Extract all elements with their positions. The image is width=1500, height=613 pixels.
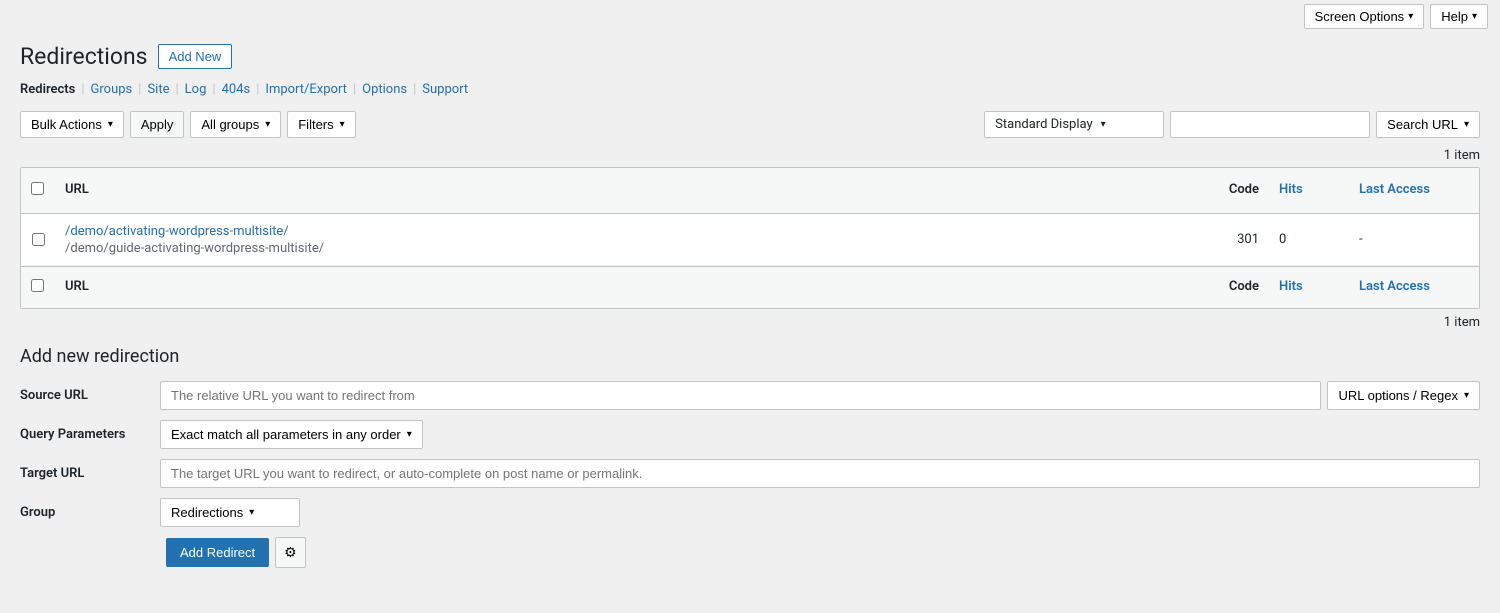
table-row: /demo/activating-wordpress-multisite/ /d… (21, 214, 1479, 266)
table-footer: URL Code Hits Last Access (21, 266, 1479, 308)
all-groups-button[interactable]: All groups ▾ (190, 111, 281, 138)
apply-button[interactable]: Apply (130, 111, 185, 138)
all-groups-label: All groups (201, 117, 259, 132)
table-header: URL Code Hits Last Access (21, 168, 1479, 214)
target-url-row: Target URL (20, 459, 1480, 488)
header-hits[interactable]: Hits (1269, 176, 1349, 205)
standard-display-select[interactable]: Standard Display ▾ (984, 111, 1164, 138)
redirects-table: URL Code Hits Last Access /demo/activati… (20, 167, 1480, 309)
search-url-button[interactable]: Search URL ▾ (1376, 111, 1480, 138)
query-params-select[interactable]: Exact match all parameters in any order … (160, 420, 423, 449)
footer-url: URL (55, 273, 1189, 302)
help-chevron-icon: ▾ (1472, 11, 1477, 22)
redirect-source-link[interactable]: /demo/activating-wordpress-multisite/ (65, 224, 289, 239)
footer-hits[interactable]: Hits (1269, 273, 1349, 302)
query-params-chevron-icon: ▾ (407, 429, 412, 440)
query-params-field: Exact match all parameters in any order … (160, 420, 1480, 449)
filters-button[interactable]: Filters ▾ (287, 111, 355, 138)
row-checkbox[interactable] (32, 233, 45, 246)
url-options-button[interactable]: URL options / Regex ▾ (1327, 381, 1480, 410)
header-checkbox-cell (21, 176, 55, 205)
target-url-label: Target URL (20, 466, 160, 481)
nav-item-site[interactable]: Site (147, 82, 169, 97)
row-hits-cell: 0 (1269, 214, 1349, 265)
nav-item-support[interactable]: Support (422, 82, 468, 97)
group-value: Redirections (171, 505, 243, 520)
group-label: Group (20, 505, 160, 520)
search-url-chevron-icon: ▾ (1464, 119, 1469, 130)
footer-code: Code (1189, 273, 1269, 302)
query-params-label: Query Parameters (20, 427, 160, 442)
submit-row: Add Redirect ⚙ (20, 537, 1480, 568)
nav-item-redirects: Redirects (20, 82, 75, 97)
footer-checkbox-cell (21, 273, 55, 302)
page-title: Redirections (20, 43, 148, 70)
group-chevron-icon: ▾ (249, 507, 254, 518)
all-groups-chevron-icon: ▾ (265, 119, 270, 130)
source-url-label: Source URL (20, 388, 160, 403)
select-all-checkbox[interactable] (31, 182, 44, 195)
standard-display-label: Standard Display (995, 117, 1092, 132)
search-url-input[interactable] (1170, 111, 1370, 138)
screen-options-chevron-icon: ▾ (1408, 11, 1413, 22)
help-label: Help (1441, 9, 1468, 24)
filters-chevron-icon: ▾ (340, 119, 345, 130)
select-all-footer-checkbox[interactable] (31, 279, 44, 292)
nav-links: Redirects | Groups | Site | Log | 404s |… (20, 82, 1480, 97)
row-code-cell: 301 (1189, 214, 1269, 265)
query-params-value: Exact match all parameters in any order (171, 427, 401, 442)
footer-last-access[interactable]: Last Access (1349, 273, 1479, 302)
nav-item-log[interactable]: Log (185, 82, 207, 97)
add-section-title: Add new redirection (20, 346, 1480, 367)
add-redirection-section: Add new redirection Source URL URL optio… (20, 346, 1480, 568)
standard-display-chevron-icon: ▾ (1101, 119, 1106, 130)
gear-icon: ⚙ (284, 544, 297, 560)
source-url-field: URL options / Regex ▾ (160, 381, 1480, 410)
url-options-label: URL options / Regex (1338, 388, 1457, 403)
screen-options-label: Screen Options (1315, 9, 1405, 24)
target-url-input[interactable] (160, 459, 1480, 488)
search-url-label: Search URL (1387, 117, 1458, 132)
header-url: URL (55, 176, 1189, 205)
add-redirect-button[interactable]: Add Redirect (166, 538, 269, 567)
source-url-input[interactable] (160, 381, 1321, 410)
bulk-actions-label: Bulk Actions (31, 117, 102, 132)
nav-item-groups[interactable]: Groups (91, 82, 133, 97)
url-options-chevron-icon: ▾ (1464, 390, 1469, 401)
redirect-target-text: /demo/guide-activating-wordpress-multisi… (65, 241, 324, 256)
row-checkbox-cell (21, 214, 55, 265)
help-button[interactable]: Help ▾ (1430, 4, 1488, 29)
target-url-field (160, 459, 1480, 488)
nav-item-import-export[interactable]: Import/Export (265, 82, 347, 97)
item-count-top: 1 item (20, 148, 1480, 163)
bulk-actions-button[interactable]: Bulk Actions ▾ (20, 111, 124, 138)
source-url-row: Source URL URL options / Regex ▾ (20, 381, 1480, 410)
filters-label: Filters (298, 117, 333, 132)
header-last-access[interactable]: Last Access (1349, 176, 1479, 205)
group-select[interactable]: Redirections ▾ (160, 498, 300, 527)
group-row: Group Redirections ▾ (20, 498, 1480, 527)
group-field: Redirections ▾ (160, 498, 1480, 527)
nav-item-404s[interactable]: 404s (222, 82, 251, 97)
bulk-actions-chevron-icon: ▾ (108, 119, 113, 130)
row-last-access-cell: - (1349, 214, 1479, 265)
item-count-bottom: 1 item (20, 315, 1480, 330)
query-params-row: Query Parameters Exact match all paramet… (20, 420, 1480, 449)
add-new-button[interactable]: Add New (158, 44, 233, 69)
row-url-cell: /demo/activating-wordpress-multisite/ /d… (55, 214, 1189, 265)
header-code: Code (1189, 176, 1269, 205)
nav-item-options[interactable]: Options (362, 82, 407, 97)
screen-options-button[interactable]: Screen Options ▾ (1304, 4, 1425, 29)
settings-gear-button[interactable]: ⚙ (275, 537, 306, 568)
